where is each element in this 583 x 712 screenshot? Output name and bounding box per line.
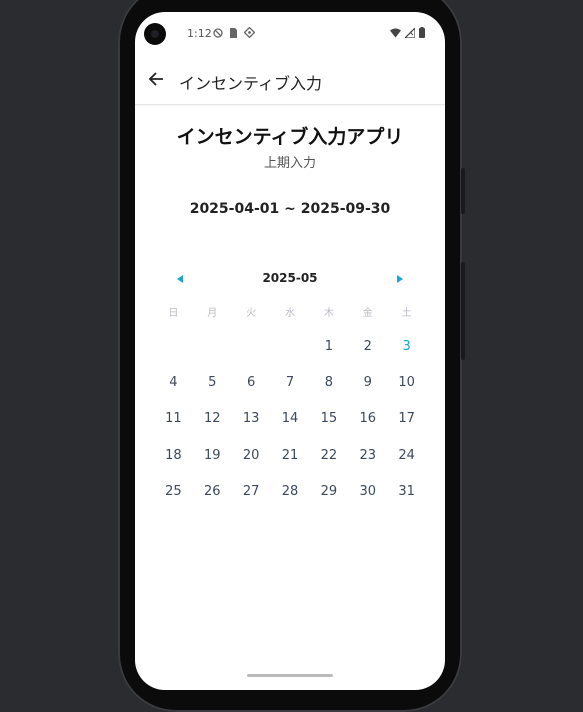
weekday-label: 月 [207, 307, 218, 319]
calendar-day[interactable]: 9 [348, 375, 387, 390]
calendar-day[interactable]: 14 [271, 411, 310, 426]
calendar-week-row: 4 5 6 7 8 9 10 [154, 364, 426, 400]
weekday-label: 木 [323, 307, 334, 319]
calendar-day[interactable]: 16 [348, 411, 387, 426]
power-button [461, 168, 465, 214]
calendar-day[interactable]: 22 [309, 448, 348, 463]
calendar-day[interactable]: 1 [309, 339, 348, 354]
calendar-day[interactable]: 17 [387, 411, 426, 426]
calendar-header: 2025-05 [135, 270, 445, 290]
date-range: 2025-04-01 ~ 2025-09-30 [189, 201, 391, 217]
calendar-grid: 日 月 火 水 木 金 土 1 2 3 4 5 6 7 8 9 10 11 12… [154, 302, 426, 510]
calendar-day-highlighted[interactable]: 3 [387, 339, 426, 354]
calendar-day[interactable]: 24 [387, 448, 426, 463]
status-bar: 1:12 [135, 12, 445, 56]
calendar-day[interactable]: 11 [154, 411, 193, 426]
signal-icon [405, 27, 415, 38]
arrow-left-icon [148, 72, 163, 86]
battery-icon [419, 27, 425, 38]
page-subtitle: 上期入力 [263, 156, 316, 171]
weekday-label: 日 [168, 307, 179, 319]
calendar-day[interactable]: 12 [193, 411, 232, 426]
status-icons-right [390, 27, 425, 38]
calendar-day[interactable]: 6 [232, 375, 271, 390]
calendar-day[interactable]: 5 [193, 375, 232, 390]
weekday-header-row: 日 月 火 水 木 金 土 [154, 302, 426, 320]
calendar-day[interactable]: 27 [232, 484, 271, 499]
phone-screen: 1:12 インセンティブ入力 インセンティブ入力アプリ 上期入力 2025-04… [135, 12, 445, 690]
calendar-day[interactable]: 4 [154, 375, 193, 390]
calendar-day[interactable]: 13 [232, 411, 271, 426]
calendar-day[interactable]: 28 [271, 484, 310, 499]
calendar-day[interactable]: 21 [271, 448, 310, 463]
weekday-label: 水 [285, 307, 295, 319]
sim-card-icon [230, 27, 237, 38]
wifi-icon [390, 28, 401, 37]
back-button[interactable] [145, 68, 167, 90]
page-title: インセンティブ入力アプリ [176, 126, 404, 148]
calendar-day[interactable]: 30 [348, 484, 387, 499]
calendar-day[interactable]: 20 [232, 448, 271, 463]
calendar-day[interactable]: 10 [387, 375, 426, 390]
weekday-label: 火 [246, 307, 257, 319]
weekday-label: 金 [362, 307, 373, 319]
calendar-day[interactable]: 19 [193, 448, 232, 463]
calendar-day[interactable]: 2 [348, 339, 387, 354]
caret-right-icon [397, 275, 403, 283]
calendar-day[interactable]: 15 [309, 411, 348, 426]
do-not-disturb-icon [213, 27, 223, 38]
calendar-week-row: 18 19 20 21 22 23 24 [154, 437, 426, 473]
app-bar: インセンティブ入力 [135, 56, 445, 105]
calendar-day[interactable]: 31 [387, 484, 426, 499]
calendar-week-row: 11 12 13 14 15 16 17 [154, 401, 426, 437]
next-month-button[interactable] [393, 272, 407, 286]
calendar-week-row: 1 2 3 [154, 328, 426, 364]
volume-button [461, 262, 465, 360]
calendar-day[interactable]: 18 [154, 448, 193, 463]
calendar-day[interactable]: 29 [309, 484, 348, 499]
app-bar-title: インセンティブ入力 [179, 74, 323, 93]
location-icon [244, 27, 255, 38]
calendar-day[interactable]: 25 [154, 484, 193, 499]
home-indicator[interactable] [247, 674, 333, 677]
calendar-day[interactable]: 7 [271, 375, 310, 390]
calendar-day[interactable]: 23 [348, 448, 387, 463]
front-camera [144, 23, 166, 45]
weekday-label: 土 [401, 307, 412, 319]
calendar-day[interactable]: 8 [309, 375, 348, 390]
status-icons-left [213, 27, 255, 38]
calendar-day[interactable]: 26 [193, 484, 232, 499]
status-time: 1:12 [187, 27, 212, 40]
calendar-week-row: 25 26 27 28 29 30 31 [154, 474, 426, 510]
